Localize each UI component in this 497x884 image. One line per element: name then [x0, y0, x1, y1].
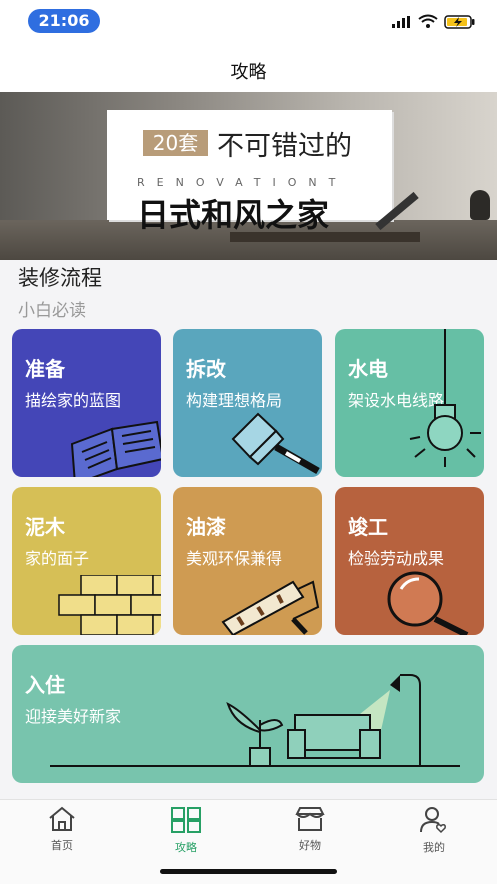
tile-desc: 描绘家的蓝图	[25, 391, 122, 410]
status-time: 21:06	[28, 9, 100, 33]
light-bulb-icon	[409, 329, 481, 467]
tile-title: 泥木	[25, 515, 65, 539]
hammer-icon	[231, 412, 320, 475]
tab-label: 我的	[423, 841, 445, 854]
tile-title: 拆改	[186, 357, 226, 381]
battery-charging-icon	[444, 15, 475, 29]
tile-title: 油漆	[186, 515, 226, 539]
profile-icon	[420, 807, 446, 834]
wifi-icon	[418, 14, 438, 28]
store-icon	[295, 807, 325, 831]
navigation-bar: 攻略	[0, 44, 497, 92]
banner-subtitle: RENOVATIONT	[137, 176, 348, 189]
tile-desc: 美观环保兼得	[186, 549, 283, 568]
banner-headline: 不可错过的	[217, 131, 352, 162]
tile-title: 竣工	[348, 515, 388, 539]
tile-desc: 检验劳动成果	[348, 549, 445, 568]
section-subtitle: 小白必读	[18, 301, 86, 321]
tab-mine[interactable]: 我的	[394, 806, 474, 855]
tile-title: 水电	[348, 357, 388, 381]
tile-plumbing-electric[interactable]: 水电 架设水电线路	[335, 329, 484, 477]
tile-masonry-wood[interactable]: 泥木 家的面子	[12, 487, 161, 635]
banner-main-text: 日式和风之家	[137, 196, 330, 234]
tile-painting[interactable]: 油漆 美观环保兼得	[173, 487, 322, 635]
book-icon	[70, 420, 161, 477]
tile-prepare[interactable]: 准备 描绘家的蓝图	[12, 329, 161, 477]
tab-home[interactable]: 首页	[22, 806, 102, 853]
paint-roller-icon	[221, 580, 320, 635]
home-icon	[49, 806, 75, 831]
tab-label: 攻略	[175, 841, 197, 854]
tile-desc: 家的面子	[25, 549, 90, 568]
brick-wall-icon	[58, 575, 161, 635]
grid-icon	[171, 807, 201, 833]
cellular-signal-icon	[392, 16, 410, 28]
tile-title: 准备	[25, 357, 65, 381]
tab-goods[interactable]: 好物	[270, 806, 350, 853]
tile-move-in[interactable]: 入住 迎接美好新家	[12, 645, 484, 783]
section-title: 装修流程	[18, 266, 102, 290]
home-indicator	[160, 869, 337, 874]
tile-demolition[interactable]: 拆改 构建理想格局	[173, 329, 322, 477]
tile-completion[interactable]: 竣工 检验劳动成果	[335, 487, 484, 635]
promo-banner[interactable]: 20套 不可错过的 RENOVATIONT 日式和风之家	[0, 92, 497, 260]
tab-label: 好物	[299, 839, 321, 852]
living-room-icon	[50, 674, 460, 767]
banner-vase	[470, 190, 490, 220]
magnifier-icon	[387, 571, 469, 635]
status-bar: 21:06	[0, 0, 497, 44]
tile-desc: 构建理想格局	[186, 391, 283, 410]
tab-label: 首页	[51, 839, 73, 852]
banner-tag: 20套	[143, 130, 208, 156]
tab-guide[interactable]: 攻略	[146, 806, 226, 855]
banner-card: 20套 不可错过的 RENOVATIONT 日式和风之家	[107, 110, 392, 234]
page-title: 攻略	[230, 62, 267, 83]
